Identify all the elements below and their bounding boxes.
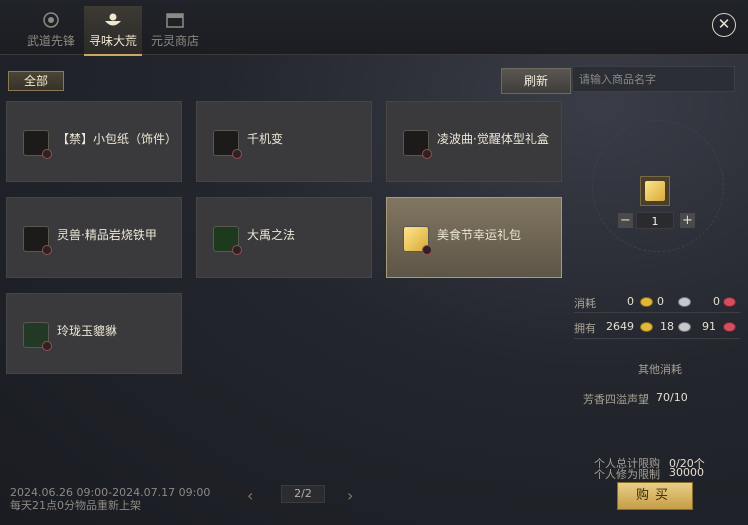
cultivation-limit-value: 30000 — [669, 466, 704, 479]
crest-icon — [43, 12, 59, 28]
increase-quantity-button[interactable]: + — [680, 213, 695, 228]
food-icon — [105, 13, 121, 26]
close-button[interactable]: ✕ — [712, 13, 736, 37]
tab-wudao[interactable]: 武道先锋 — [22, 6, 80, 54]
page-indicator: 2/2 — [281, 485, 325, 503]
divider — [574, 338, 740, 339]
lock-badge-icon — [422, 245, 432, 255]
beast-icon — [23, 226, 52, 255]
lock-badge-icon — [232, 149, 242, 159]
gold-box-icon — [645, 181, 665, 201]
red-coin-icon — [723, 297, 736, 307]
item-name: 大禹之法 — [247, 228, 296, 242]
item-name: 【禁】小包纸（饰件） — [57, 132, 178, 146]
tab-label: 武道先锋 — [26, 34, 75, 48]
close-icon: ✕ — [717, 15, 731, 33]
prev-page-button[interactable]: ‹ — [247, 486, 253, 505]
sale-period: 2024.06.26 09:00-2024.07.17 09:00 每天21点0… — [10, 486, 210, 512]
own-label: 拥有 — [574, 322, 596, 335]
item-card[interactable]: 【禁】小包纸（饰件） — [6, 101, 182, 182]
cost-red: 0 — [713, 295, 720, 308]
product-preview — [640, 176, 670, 206]
search-input[interactable] — [572, 66, 735, 92]
refresh-button[interactable]: 刷新 — [501, 68, 571, 94]
divider — [574, 312, 740, 313]
gear-icon — [213, 130, 242, 159]
date-range: 2024.06.26 09:00-2024.07.17 09:00 — [10, 486, 211, 499]
item-name: 凌波曲·觉醒体型礼盒 — [437, 132, 549, 146]
lock-badge-icon — [42, 149, 52, 159]
package-icon — [23, 130, 52, 159]
lock-badge-icon — [42, 245, 52, 255]
quantity-input[interactable]: 1 — [636, 212, 674, 229]
jade-icon — [213, 226, 242, 255]
item-name: 玲珑玉貔貅 — [57, 324, 118, 338]
other-cost-heading: 其他消耗 — [638, 363, 682, 376]
decrease-quantity-button[interactable]: − — [618, 213, 633, 228]
tab-yuanling[interactable]: 元灵商店 — [146, 6, 204, 54]
item-card[interactable]: 大禹之法 — [196, 197, 372, 278]
buy-button[interactable]: 购买 — [617, 482, 693, 510]
shop-icon — [166, 13, 184, 28]
jade-beast-icon — [23, 322, 52, 351]
lock-badge-icon — [42, 341, 52, 351]
tab-label: 元灵商店 — [150, 34, 199, 48]
cost-silver: 0 — [657, 295, 664, 308]
tab-label: 寻味大荒 — [88, 34, 137, 48]
lock-badge-icon — [422, 149, 432, 159]
own-silver: 18 — [660, 320, 674, 333]
cost-label: 消耗 — [574, 297, 596, 310]
filter-all-dropdown[interactable]: 全部 — [8, 71, 64, 91]
item-card[interactable]: 千机变 — [196, 101, 372, 182]
item-card[interactable]: 灵兽·精品岩烧铁甲 — [6, 197, 182, 278]
gold-box-icon — [403, 226, 432, 255]
item-card[interactable]: 玲珑玉貔貅 — [6, 293, 182, 374]
tab-xunwei[interactable]: 寻味大荒 — [84, 6, 142, 56]
lock-badge-icon — [232, 245, 242, 255]
reputation-value: 70/10 — [656, 391, 688, 404]
own-red: 91 — [702, 320, 716, 333]
item-name: 千机变 — [247, 132, 284, 146]
item-card[interactable]: 凌波曲·觉醒体型礼盒 — [386, 101, 562, 182]
cultivation-limit-label: 个人修为限制 — [594, 468, 660, 481]
top-bar: 武道先锋 寻味大荒 元灵商店 ✕ — [0, 0, 748, 56]
restock-note: 每天21点0分物品重新上架 — [10, 499, 141, 512]
item-name: 美食节幸运礼包 — [437, 228, 522, 242]
next-page-button[interactable]: › — [347, 486, 353, 505]
own-gold: 2649 — [606, 320, 634, 333]
red-coin-icon — [723, 322, 736, 332]
item-card-selected[interactable]: 美食节幸运礼包 — [386, 197, 562, 278]
item-name: 灵兽·精品岩烧铁甲 — [57, 228, 157, 242]
figure-icon — [403, 130, 432, 159]
reputation-label: 芳香四溢声望 — [583, 393, 649, 406]
